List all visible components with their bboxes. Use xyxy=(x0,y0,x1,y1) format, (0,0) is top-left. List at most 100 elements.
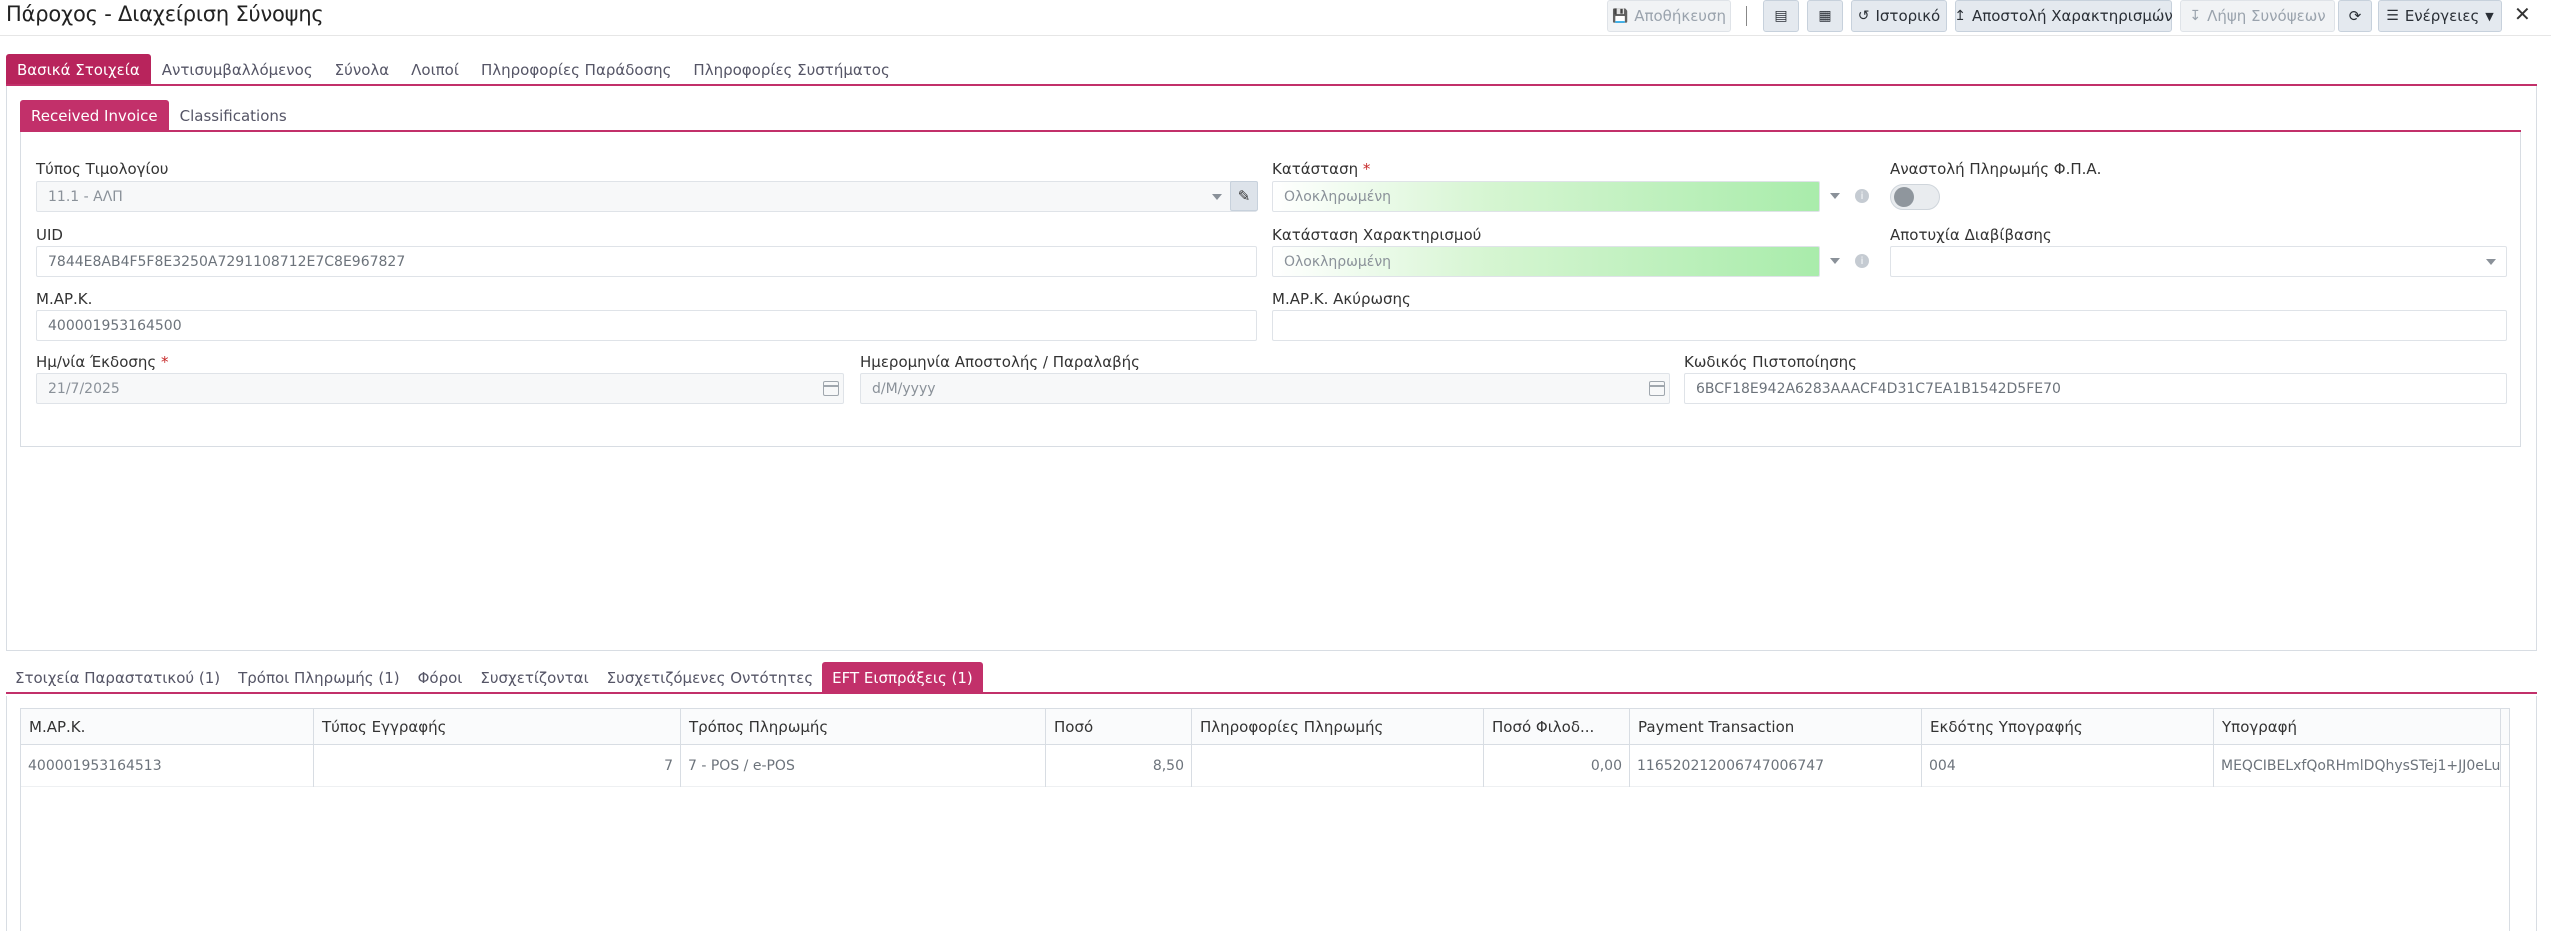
issue-date-label: Ημ/νία Έκδοσης * xyxy=(36,353,169,371)
save-button[interactable]: 💾 Αποθήκευση xyxy=(1607,0,1731,32)
auth-code-value: 6BCF18E942A6283AAACF4D31C7EA1B1542D5FE70 xyxy=(1696,380,2061,397)
get-summaries-label: Λήψη Συνόψεων xyxy=(2207,7,2326,25)
menu-icon: ☰ xyxy=(2386,8,2399,24)
mark-cancel-field[interactable] xyxy=(1272,310,2507,341)
col-signature[interactable]: Υπογραφή xyxy=(2214,709,2501,745)
col-payment-info[interactable]: Πληροφορίες Πληρωμής xyxy=(1192,709,1484,745)
uid-label: UID xyxy=(36,226,63,244)
col-payment-transaction[interactable]: Payment Transaction xyxy=(1630,709,1922,745)
cell-entry-type: 7 xyxy=(314,745,681,787)
send-classifications-button[interactable]: ↥ Αποστολή Χαρακτηρισμών xyxy=(1954,0,2173,32)
cell-mark: 400001953164513 xyxy=(21,745,314,787)
caret-down-icon: ▼ xyxy=(2485,9,2494,23)
form-view-button[interactable]: ▤ xyxy=(1763,0,1799,32)
tab-counterparty[interactable]: Αντισυμβαλλόμενος xyxy=(151,54,324,85)
grid-view-button[interactable]: ▦ xyxy=(1807,0,1843,32)
transmission-failure-select[interactable] xyxy=(1890,246,2507,277)
tab-delivery-info[interactable]: Πληροφορίες Παράδοσης xyxy=(470,54,682,85)
page-title: Πάροχος - Διαχείριση Σύνοψης xyxy=(6,2,324,26)
tab-related-entities[interactable]: Συσχετιζόμενες Οντότητες xyxy=(598,662,822,693)
tab-document-items[interactable]: Στοιχεία Παραστατικού (1) xyxy=(6,662,229,693)
get-summaries-button[interactable]: ↧ Λήψη Συνόψεων xyxy=(2180,0,2335,32)
tab-taxes[interactable]: Φόροι xyxy=(409,662,472,693)
actions-dropdown[interactable]: ☰ Ενέργειες ▼ xyxy=(2378,0,2502,32)
col-signature-issuer[interactable]: Εκδότης Υπογραφής xyxy=(1922,709,2214,745)
tab-totals[interactable]: Σύνολα xyxy=(324,54,400,85)
tab-eft-receipts[interactable]: EFT Εισπράξεις (1) xyxy=(822,662,983,693)
main-tabs: Βασικά Στοιχεία Αντισυμβαλλόμενος Σύνολα… xyxy=(6,54,901,85)
vat-suspension-toggle[interactable] xyxy=(1890,184,1940,210)
cell-signature: MEQCIBELxfQoRHmlDQhysSTej1+JJ0eLujEB1 xyxy=(2214,745,2501,787)
issue-date-field[interactable]: 21/7/2025 xyxy=(36,373,844,404)
close-icon[interactable]: ✕ xyxy=(2514,2,2531,26)
tab-other[interactable]: Λοιποί xyxy=(400,54,470,85)
eft-receipts-grid: Μ.ΑΡ.Κ. Τύπος Εγγραφής Τρόπος Πληρωμής Π… xyxy=(20,708,2510,931)
send-date-calendar-icon xyxy=(1649,381,1665,396)
upload-icon: ↥ xyxy=(1954,8,1966,24)
classification-chevron-down-icon[interactable] xyxy=(1830,258,1840,264)
cell-payment-info xyxy=(1192,745,1484,787)
form-view-icon: ▤ xyxy=(1774,8,1788,24)
chevron-down-icon xyxy=(1212,194,1222,200)
history-button[interactable]: ↺ Ιστορικό xyxy=(1851,0,1947,32)
refresh-icon: ⟳ xyxy=(2348,7,2362,25)
transmission-chevron-down-icon xyxy=(2486,259,2496,265)
send-date-label: Ημερομηνία Αποστολής / Παραλαβής xyxy=(860,353,1140,371)
cell-payment-method: 7 - POS / e-POS xyxy=(681,745,1046,787)
cell-signature-issuer: 004 xyxy=(1922,745,2214,787)
tab-system-info[interactable]: Πληροφορίες Συστήματος xyxy=(682,54,900,85)
sub-tabs: Received Invoice Classifications xyxy=(20,100,298,131)
download-icon: ↧ xyxy=(2189,8,2202,24)
bottom-tabs: Στοιχεία Παραστατικού (1) Τρόποι Πληρωμή… xyxy=(6,662,983,693)
cell-amount: 8,50 xyxy=(1046,745,1192,787)
grid-view-icon: ▦ xyxy=(1818,8,1832,24)
toolbar-divider xyxy=(1746,6,1747,26)
history-label: Ιστορικό xyxy=(1875,7,1941,25)
refresh-button[interactable]: ⟳ xyxy=(2338,0,2372,32)
page-header: Πάροχος - Διαχείριση Σύνοψης 💾 Αποθήκευσ… xyxy=(0,0,2551,36)
mark-cancel-label: Μ.ΑΡ.Κ. Ακύρωσης xyxy=(1272,290,1411,308)
send-date-field[interactable]: d/M/yyyy xyxy=(860,373,1670,404)
classification-status-value: Ολοκληρωμένη xyxy=(1284,253,1392,270)
tab-related[interactable]: Συσχετίζονται xyxy=(471,662,597,693)
tab-payment-methods[interactable]: Τρόποι Πληρωμής (1) xyxy=(229,662,409,693)
invoice-type-label: Τύπος Τιμολογίου xyxy=(36,160,169,178)
table-row[interactable]: 400001953164513 7 7 - POS / e-POS 8,50 0… xyxy=(21,745,2509,787)
cell-payment-transaction: 116520212006747006747 xyxy=(1630,745,1922,787)
tab-classifications[interactable]: Classifications xyxy=(169,100,298,131)
status-label: Κατάσταση * xyxy=(1272,160,1371,178)
history-icon: ↺ xyxy=(1857,8,1870,24)
save-icon: 💾 xyxy=(1612,8,1629,24)
mark-field[interactable]: 400001953164500 xyxy=(36,310,1257,341)
vat-suspension-label: Αναστολή Πληρωμής Φ.Π.Α. xyxy=(1890,160,2102,178)
send-date-placeholder: d/M/yyyy xyxy=(872,380,936,397)
edit-invoice-type-button[interactable]: ✎ xyxy=(1230,181,1258,211)
col-entry-type[interactable]: Τύπος Εγγραφής xyxy=(314,709,681,745)
auth-code-field[interactable]: 6BCF18E942A6283AAACF4D31C7EA1B1542D5FE70 xyxy=(1684,373,2507,404)
status-select[interactable]: Ολοκληρωμένη xyxy=(1272,181,1820,212)
classification-info-icon[interactable]: i xyxy=(1855,254,1869,268)
uid-field[interactable]: 7844E8AB4F5F8E3250A7291108712E7C8E967827 xyxy=(36,246,1257,277)
cell-tip-amount: 0,00 xyxy=(1484,745,1630,787)
pencil-icon: ✎ xyxy=(1237,187,1251,205)
mark-value: 400001953164500 xyxy=(48,317,182,334)
col-mark[interactable]: Μ.ΑΡ.Κ. xyxy=(21,709,314,745)
tab-received-invoice[interactable]: Received Invoice xyxy=(20,100,169,131)
classification-status-select[interactable]: Ολοκληρωμένη xyxy=(1272,246,1820,277)
issue-date-value: 21/7/2025 xyxy=(48,380,120,397)
status-chevron-down-icon[interactable] xyxy=(1830,193,1840,199)
actions-label: Ενέργειες xyxy=(2404,7,2480,25)
calendar-icon xyxy=(823,381,839,396)
status-info-icon[interactable]: i xyxy=(1855,189,1869,203)
uid-value: 7844E8AB4F5F8E3250A7291108712E7C8E967827 xyxy=(48,253,406,270)
status-value: Ολοκληρωμένη xyxy=(1284,188,1392,205)
grid-header: Μ.ΑΡ.Κ. Τύπος Εγγραφής Τρόπος Πληρωμής Π… xyxy=(21,709,2509,745)
col-tip-amount[interactable]: Ποσό Φιλοδ... xyxy=(1484,709,1630,745)
transmission-failure-label: Αποτυχία Διαβίβασης xyxy=(1890,226,2052,244)
col-amount[interactable]: Ποσό xyxy=(1046,709,1192,745)
col-payment-method[interactable]: Τρόπος Πληρωμής xyxy=(681,709,1046,745)
tab-basic-info[interactable]: Βασικά Στοιχεία xyxy=(6,54,151,85)
invoice-type-value: 11.1 - ΑΛΠ xyxy=(48,188,123,205)
save-label: Αποθήκευση xyxy=(1634,7,1726,25)
invoice-type-select[interactable]: 11.1 - ΑΛΠ xyxy=(36,181,1257,212)
